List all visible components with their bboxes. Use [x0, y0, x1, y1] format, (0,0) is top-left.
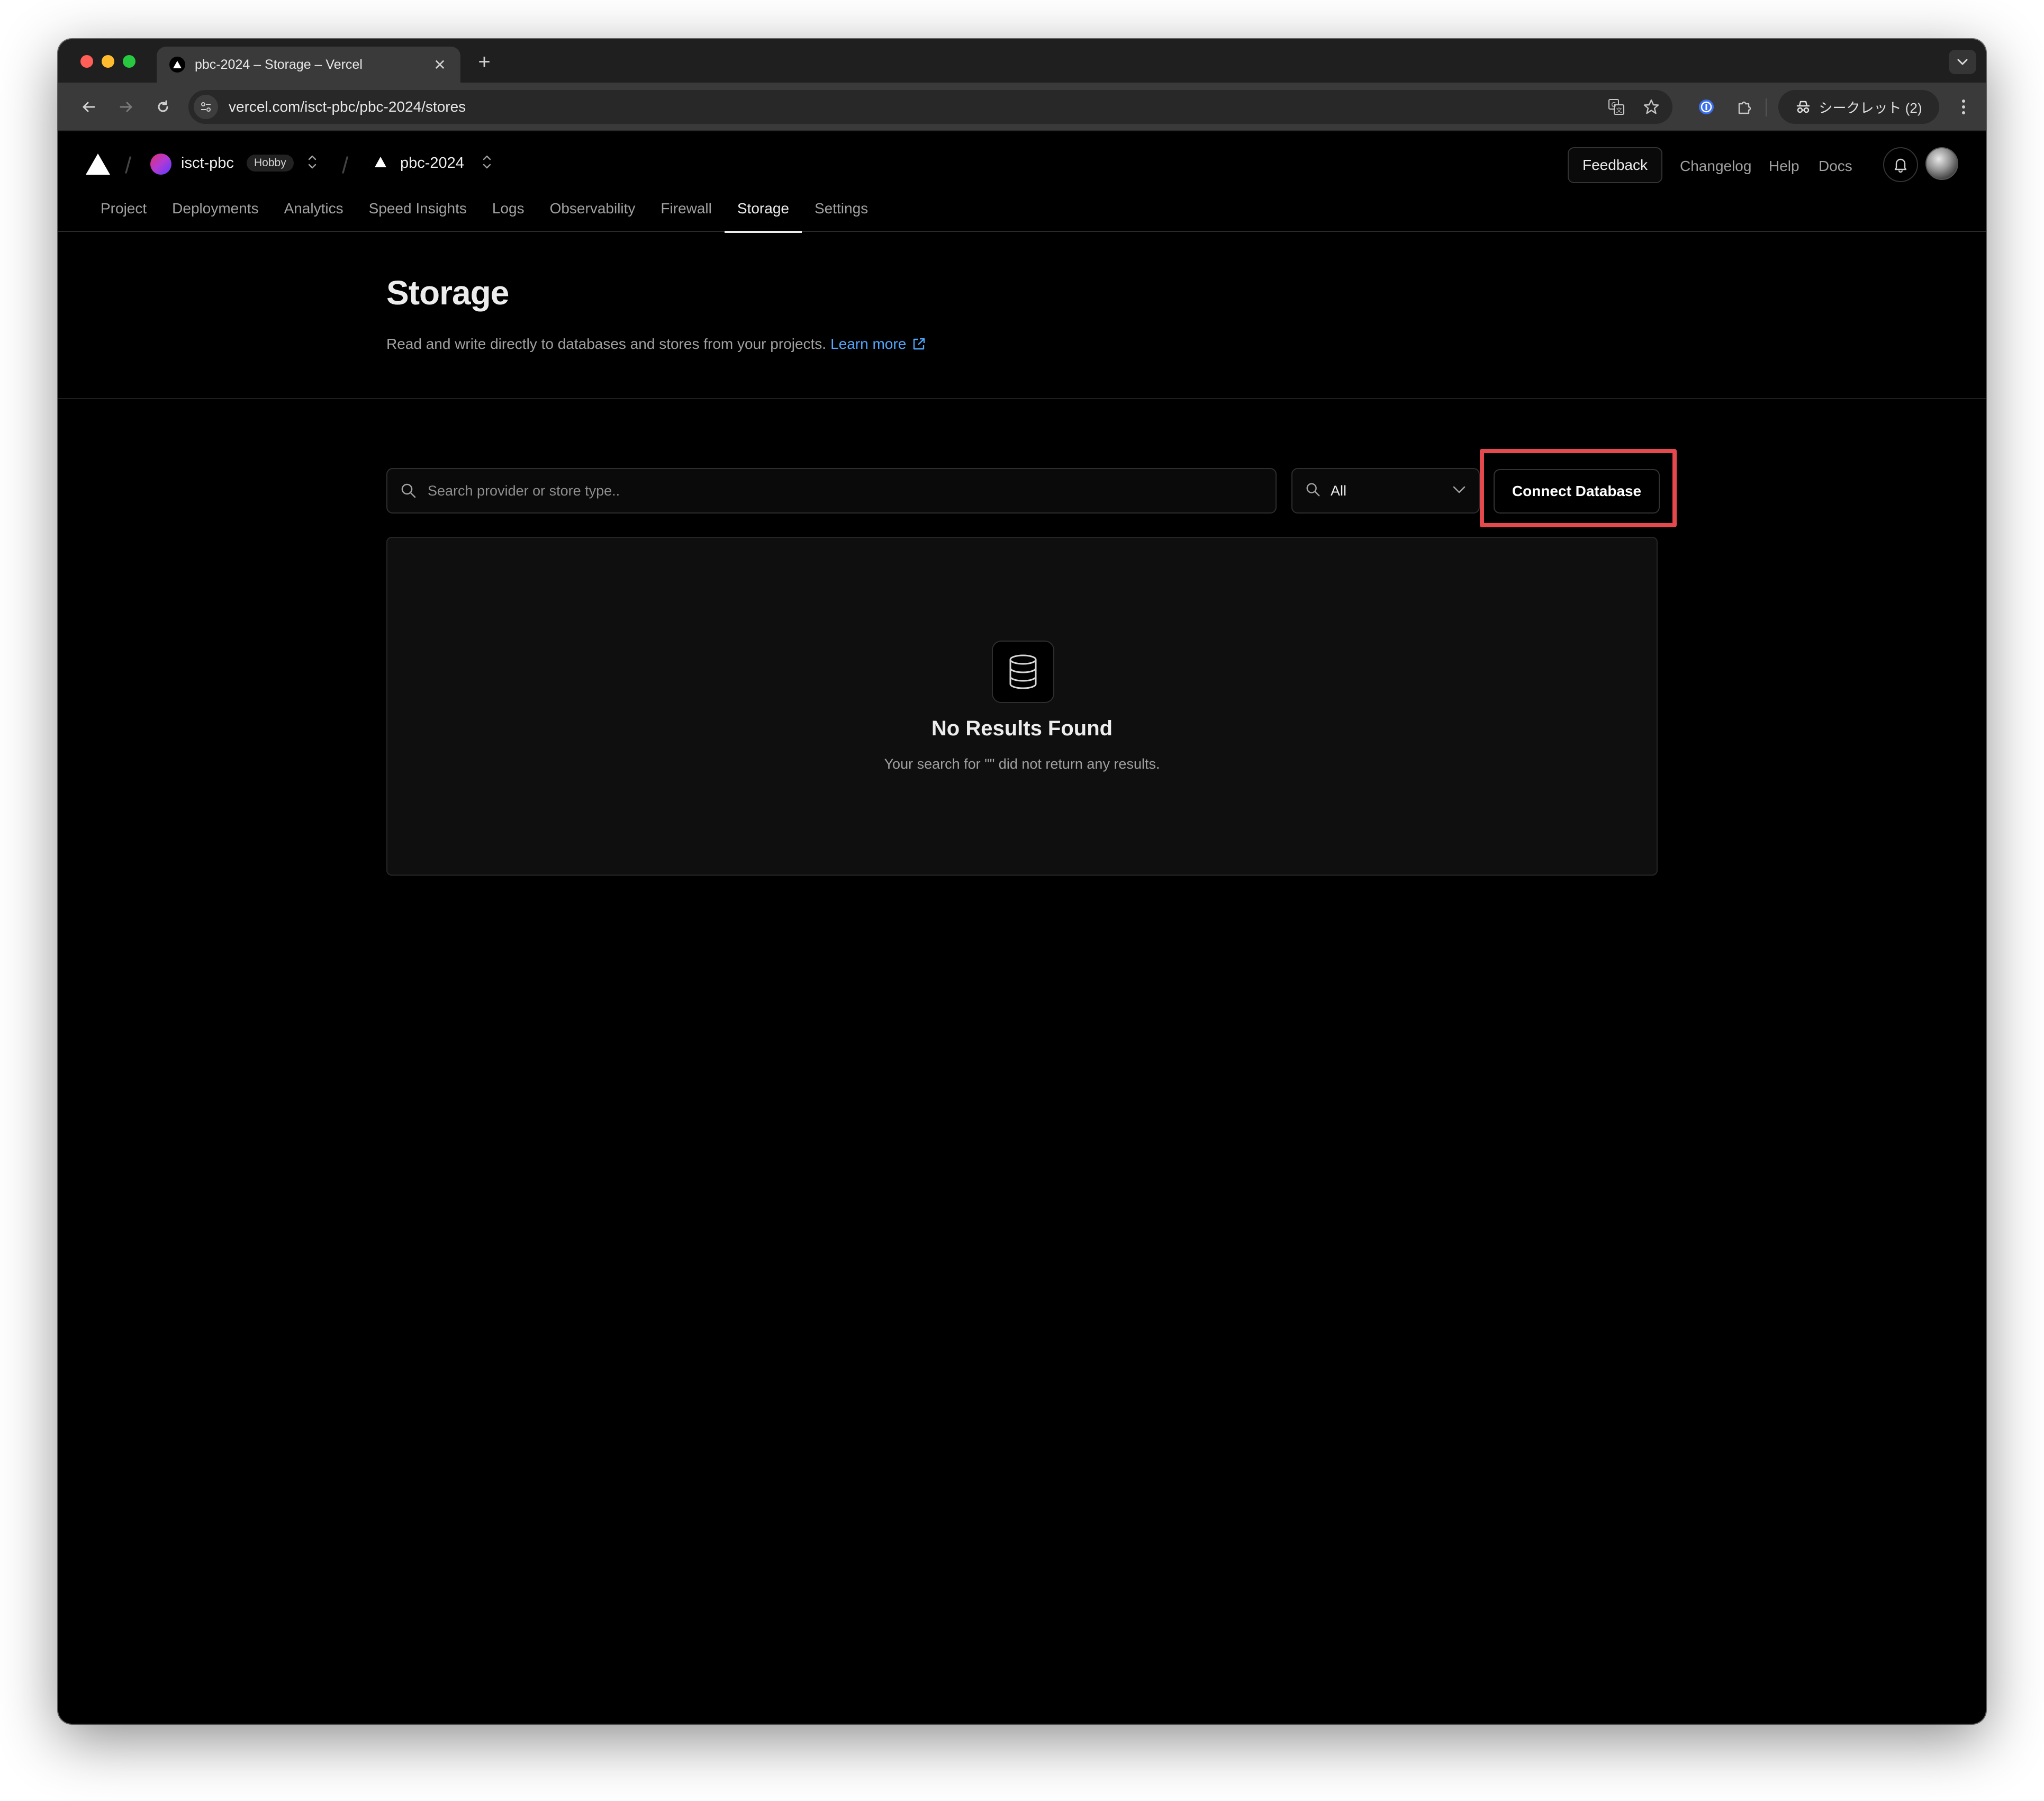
browser-toolbar: vercel.com/isct-pbc/pbc-2024/stores G文 シ… — [58, 83, 1986, 131]
tab-strip: pbc-2024 – Storage – Vercel ✕ + — [58, 39, 1986, 83]
search-input[interactable] — [427, 482, 1276, 500]
address-bar[interactable]: vercel.com/isct-pbc/pbc-2024/stores G文 — [188, 90, 1672, 124]
notifications-bell-icon[interactable] — [1883, 147, 1918, 182]
vercel-favicon-icon — [169, 57, 185, 73]
zoom-window-button[interactable] — [123, 55, 135, 68]
tab-storage[interactable]: Storage — [724, 194, 802, 233]
project-name[interactable]: pbc-2024 — [400, 155, 464, 172]
tab-title: pbc-2024 – Storage – Vercel — [195, 57, 363, 72]
incognito-icon — [1797, 101, 1810, 113]
tab-list-icon[interactable] — [1949, 50, 1976, 74]
empty-state-title: No Results Found — [931, 717, 1113, 740]
search-field[interactable] — [386, 468, 1277, 514]
reload-icon[interactable] — [150, 94, 176, 120]
external-link-icon — [914, 338, 925, 350]
empty-state-card: No Results Found Your search for "" did … — [386, 537, 1658, 876]
page-title: Storage — [386, 274, 509, 312]
breadcrumb-separator: / — [125, 152, 132, 178]
changelog-link[interactable]: Changelog — [1680, 158, 1751, 175]
app-header: / isct-pbc Hobby / pbc-2024 Feedback Cha… — [58, 131, 1986, 233]
tab-observability[interactable]: Observability — [537, 194, 648, 232]
new-tab-button[interactable]: + — [471, 49, 498, 75]
incognito-indicator[interactable]: シークレット (2) — [1778, 90, 1939, 124]
browser-window: pbc-2024 – Storage – Vercel ✕ + vercel.c… — [58, 39, 1986, 1724]
tab-firewall[interactable]: Firewall — [648, 194, 724, 232]
search-icon — [400, 482, 417, 499]
back-icon[interactable] — [76, 94, 102, 120]
tab-settings[interactable]: Settings — [802, 194, 881, 232]
tab-speed-insights[interactable]: Speed Insights — [356, 194, 480, 232]
password-manager-icon[interactable] — [1694, 94, 1719, 120]
empty-state-message: Your search for "" did not return any re… — [884, 756, 1160, 772]
chevron-down-icon — [1452, 485, 1466, 497]
team-name[interactable]: isct-pbc — [181, 155, 234, 172]
store-type-filter[interactable]: All — [1291, 468, 1480, 514]
team-switcher-icon[interactable] — [307, 154, 318, 172]
kebab-menu-icon[interactable] — [1954, 94, 1973, 120]
page-header: Storage Read and write directly to datab… — [58, 232, 1986, 399]
feedback-button[interactable]: Feedback — [1568, 147, 1662, 183]
page-description: Read and write directly to databases and… — [386, 336, 926, 353]
toolbar-divider — [1766, 98, 1767, 116]
page-description-text: Read and write directly to databases and… — [386, 336, 827, 352]
user-avatar[interactable] — [1925, 147, 1958, 180]
browser-tab-active[interactable]: pbc-2024 – Storage – Vercel ✕ — [157, 47, 460, 83]
help-link[interactable]: Help — [1769, 158, 1799, 175]
project-nav-tabs: Project Deployments Analytics Speed Insi… — [88, 194, 881, 233]
connect-database-button[interactable]: Connect Database — [1494, 469, 1660, 514]
minimize-window-button[interactable] — [102, 55, 114, 68]
docs-link[interactable]: Docs — [1819, 158, 1852, 175]
breadcrumb-separator: / — [342, 152, 349, 178]
project-switcher-icon[interactable] — [482, 154, 492, 172]
learn-more-label: Learn more — [830, 336, 907, 352]
team-avatar[interactable] — [150, 154, 171, 175]
star-icon[interactable] — [1638, 93, 1665, 121]
tab-close-icon[interactable]: ✕ — [432, 56, 448, 74]
tab-project[interactable]: Project — [88, 194, 159, 232]
database-icon — [992, 641, 1054, 703]
tab-logs[interactable]: Logs — [480, 194, 537, 232]
vercel-logo-icon[interactable] — [85, 152, 111, 178]
svg-text:G: G — [1611, 101, 1616, 109]
extensions-icon[interactable] — [1732, 94, 1757, 120]
tab-analytics[interactable]: Analytics — [272, 194, 356, 232]
incognito-label: シークレット (2) — [1819, 100, 1922, 116]
filter-selected-value: All — [1331, 482, 1347, 499]
forward-icon[interactable] — [113, 94, 139, 120]
translate-icon[interactable]: G文 — [1603, 93, 1630, 121]
svg-text:文: 文 — [1616, 106, 1622, 114]
plan-badge: Hobby — [247, 155, 294, 172]
url-text[interactable]: vercel.com/isct-pbc/pbc-2024/stores — [229, 98, 1603, 115]
tab-deployments[interactable]: Deployments — [159, 194, 271, 232]
close-window-button[interactable] — [80, 55, 93, 68]
filter-search-icon — [1305, 482, 1321, 500]
learn-more-link[interactable]: Learn more — [830, 336, 926, 353]
project-triangle-icon — [374, 156, 387, 171]
site-info-icon[interactable] — [194, 95, 218, 119]
vercel-app: / isct-pbc Hobby / pbc-2024 Feedback Cha… — [58, 131, 1986, 1724]
